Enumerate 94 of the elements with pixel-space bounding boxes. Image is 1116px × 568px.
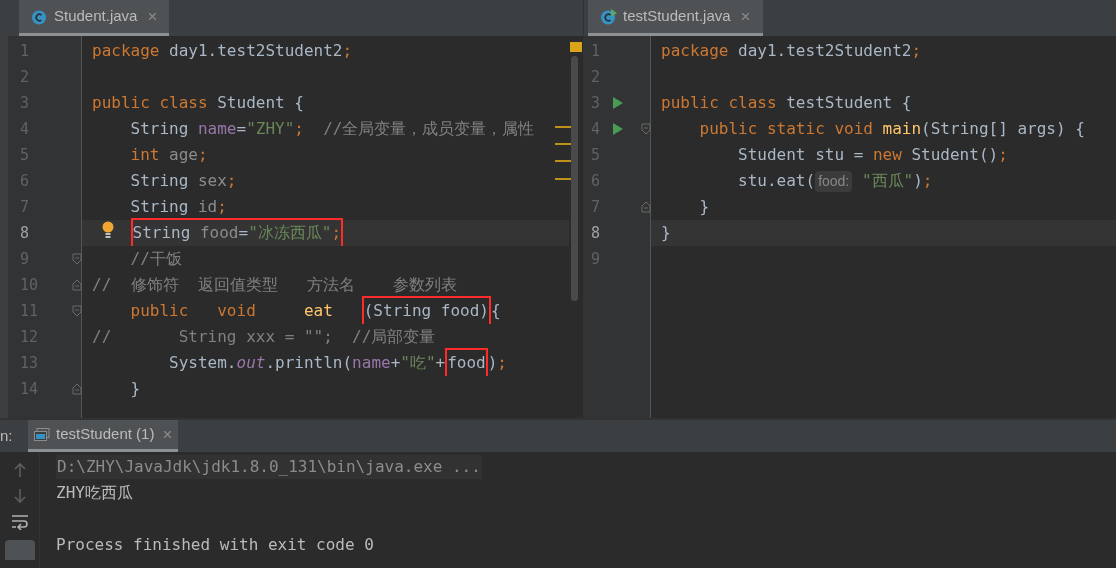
code-token: food	[199, 223, 239, 242]
parameter-hint: food:	[815, 170, 853, 192]
class-file-icon	[31, 8, 48, 25]
code-token: // 修饰符 返回值类型 方法名 参数列表	[92, 274, 458, 296]
code-token: package	[661, 40, 729, 62]
panel-label: n:	[0, 425, 14, 446]
code-token: ;	[497, 352, 507, 374]
code-token: id	[196, 196, 218, 218]
scrollbar-thumb[interactable]	[571, 56, 578, 301]
code-token: String	[129, 196, 189, 218]
fold-icon[interactable]	[72, 253, 82, 265]
code-token: public	[129, 300, 189, 322]
console-output: ZHY吃西瓜	[56, 482, 133, 504]
code-token: String	[132, 223, 192, 242]
code-token: food	[447, 353, 486, 372]
fold-icon[interactable]	[72, 305, 82, 317]
code-token: )	[487, 352, 498, 374]
code-token: day1.test2Student2	[737, 40, 912, 62]
run-icon[interactable]	[612, 122, 624, 136]
code-token: age	[168, 144, 198, 166]
lightbulb-icon[interactable]	[102, 221, 114, 239]
code-token: "西瓜"	[860, 170, 914, 192]
toolbar-button[interactable]	[4, 540, 35, 560]
code-token: ;	[331, 223, 342, 242]
code-token: new	[872, 144, 903, 166]
code-token: System.	[168, 352, 237, 374]
code-token: name	[197, 118, 237, 140]
code-token: }	[698, 196, 710, 218]
code-token: Student stu =	[737, 144, 865, 166]
code-token: ;	[922, 170, 933, 192]
code-token: "吃"	[400, 352, 436, 374]
console-command: D:\ZHY\JavaJdk\jdk1.8.0_131\bin\java.exe ...	[56, 455, 482, 479]
code-token: }	[661, 222, 671, 244]
code-token: public static void	[698, 118, 874, 140]
code-token: name	[352, 352, 391, 374]
code-token: ;	[217, 196, 227, 218]
close-icon[interactable]: ×	[147, 3, 158, 30]
code-token: String	[129, 118, 190, 140]
code-token: .println(	[265, 352, 353, 374]
fold-icon[interactable]	[641, 123, 651, 135]
code-token: ;	[226, 170, 237, 192]
code-token: =	[238, 223, 249, 242]
warning-marker-icon	[570, 42, 582, 52]
code-token: ;	[342, 40, 353, 62]
file-tab[interactable]: testStudent.java ×	[588, 0, 763, 36]
code-token: day1.test2Student2	[168, 40, 343, 62]
code-token: ;	[998, 144, 1008, 166]
close-icon[interactable]: ×	[740, 3, 751, 30]
code-token: void	[216, 300, 256, 322]
code-token: "ZHY"	[246, 118, 295, 140]
code-token: //干饭	[129, 248, 182, 270]
code-token: int	[129, 144, 160, 166]
code-token: ;	[197, 144, 208, 166]
line-number: 8	[590, 222, 602, 244]
code-token: String	[129, 170, 189, 192]
run-tab[interactable]: testStudent (1) ×	[28, 420, 179, 452]
code-token: Student {	[217, 92, 304, 114]
down-arrow-icon[interactable]	[12, 488, 27, 504]
soft-wrap-icon[interactable]	[10, 514, 29, 530]
code-token: (String food)	[363, 301, 489, 320]
code-token: public class	[661, 92, 778, 114]
code-token: sex	[196, 170, 227, 192]
code-token: // String xxx = ""; //局部变量	[92, 326, 436, 348]
code-token: {	[490, 300, 501, 322]
file-tab[interactable]: Student.java ×	[19, 0, 170, 36]
code-token: ;	[911, 40, 922, 62]
code-token: stu.eat(	[737, 170, 816, 192]
code-token: main	[882, 118, 922, 140]
code-token: ;	[294, 118, 304, 140]
line-number: 8	[19, 222, 31, 244]
close-icon[interactable]: ×	[162, 421, 173, 448]
fold-icon[interactable]	[641, 201, 651, 213]
console-icon	[34, 427, 50, 442]
code-token: +	[435, 352, 446, 374]
code-token: (String[] args) {	[921, 118, 1085, 140]
code-token: }	[129, 378, 141, 400]
code-token: testStudent {	[786, 92, 912, 114]
code-token: package	[92, 40, 160, 62]
scroll-markers-icon	[555, 126, 571, 182]
code-token: +	[390, 352, 401, 374]
code-token: =	[236, 118, 247, 140]
console-output: Process finished with exit code 0	[56, 534, 374, 556]
code-token: out	[236, 352, 266, 374]
runnable-class-icon	[600, 8, 617, 25]
code-token: "冰冻西瓜"	[248, 223, 332, 242]
code-token: public class	[92, 92, 209, 114]
run-icon[interactable]	[612, 96, 624, 110]
code-token: )	[913, 170, 923, 192]
code-token: //全局变量，成员变量，属性	[322, 118, 535, 140]
fold-icon[interactable]	[72, 383, 82, 395]
fold-icon[interactable]	[72, 279, 82, 291]
up-arrow-icon[interactable]	[12, 462, 27, 478]
code-token: eat	[302, 300, 334, 322]
code-token: Student()	[911, 144, 999, 166]
